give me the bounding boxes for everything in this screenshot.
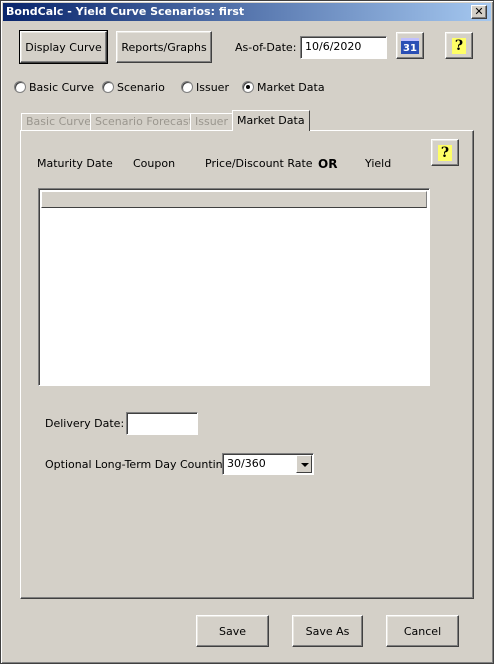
radio-scenario[interactable] [102, 81, 114, 93]
reports-graphs-button[interactable]: Reports/Graphs [116, 31, 212, 63]
day-counting-value: 30/360 [227, 457, 266, 470]
save-as-label: Save As [305, 624, 350, 638]
help-icon: ? [451, 37, 467, 54]
tab-market-data[interactable]: Market Data [232, 110, 310, 131]
yield-heading: Yield [365, 157, 392, 170]
save-label: Save [218, 624, 246, 638]
maturity-date-heading: Maturity Date [37, 157, 113, 170]
chevron-down-icon[interactable] [296, 455, 312, 473]
reports-graphs-label: Reports/Graphs [121, 40, 207, 54]
title-bar[interactable]: BondCalc - Yield Curve Scenarios: first … [3, 3, 491, 21]
display-curve-button[interactable]: Display Curve [19, 30, 108, 64]
calendar-icon: 31 [401, 37, 419, 54]
radio-scenario-label[interactable]: Scenario [117, 81, 165, 94]
radio-issuer-label[interactable]: Issuer [196, 81, 229, 94]
coupon-heading: Coupon [133, 157, 176, 170]
price-discount-heading: Price/Discount Rate [205, 157, 313, 170]
or-label: OR [318, 157, 338, 171]
radio-market-data[interactable] [242, 81, 254, 93]
display-curve-label: Display Curve [25, 40, 102, 54]
save-button[interactable]: Save [196, 615, 269, 647]
grid-header [41, 191, 427, 208]
help-button[interactable]: ? [445, 32, 473, 59]
help-icon: ? [437, 144, 453, 161]
calendar-button[interactable]: 31 [396, 32, 424, 59]
as-of-date-label: As-of-Date: [235, 41, 297, 54]
close-button[interactable]: ✕ [471, 5, 487, 19]
delivery-date-field[interactable] [126, 412, 198, 435]
save-as-button[interactable]: Save As [292, 615, 363, 647]
market-data-help-button[interactable]: ? [431, 139, 459, 166]
market-data-grid[interactable] [38, 188, 430, 386]
radio-basic-curve-label[interactable]: Basic Curve [29, 81, 94, 94]
radio-market-data-label[interactable]: Market Data [257, 81, 325, 94]
delivery-date-label: Delivery Date: [45, 417, 125, 430]
day-counting-select[interactable]: 30/360 [222, 453, 314, 475]
tab-basic-curve[interactable]: Basic Curve [21, 113, 97, 131]
tab-issuer[interactable]: Issuer [190, 113, 233, 131]
as-of-date-field[interactable]: 10/6/2020 [300, 36, 387, 59]
cancel-label: Cancel [403, 624, 442, 638]
day-counting-label: Optional Long-Term Day Counting: [45, 458, 234, 471]
cancel-button[interactable]: Cancel [386, 615, 459, 647]
bondcalc-window: BondCalc - Yield Curve Scenarios: first … [0, 0, 494, 664]
window-title: BondCalc - Yield Curve Scenarios: first [6, 5, 245, 18]
radio-issuer[interactable] [181, 81, 193, 93]
tab-scenario-forecast[interactable]: Scenario Forecast [90, 113, 198, 131]
radio-basic-curve[interactable] [14, 81, 26, 93]
